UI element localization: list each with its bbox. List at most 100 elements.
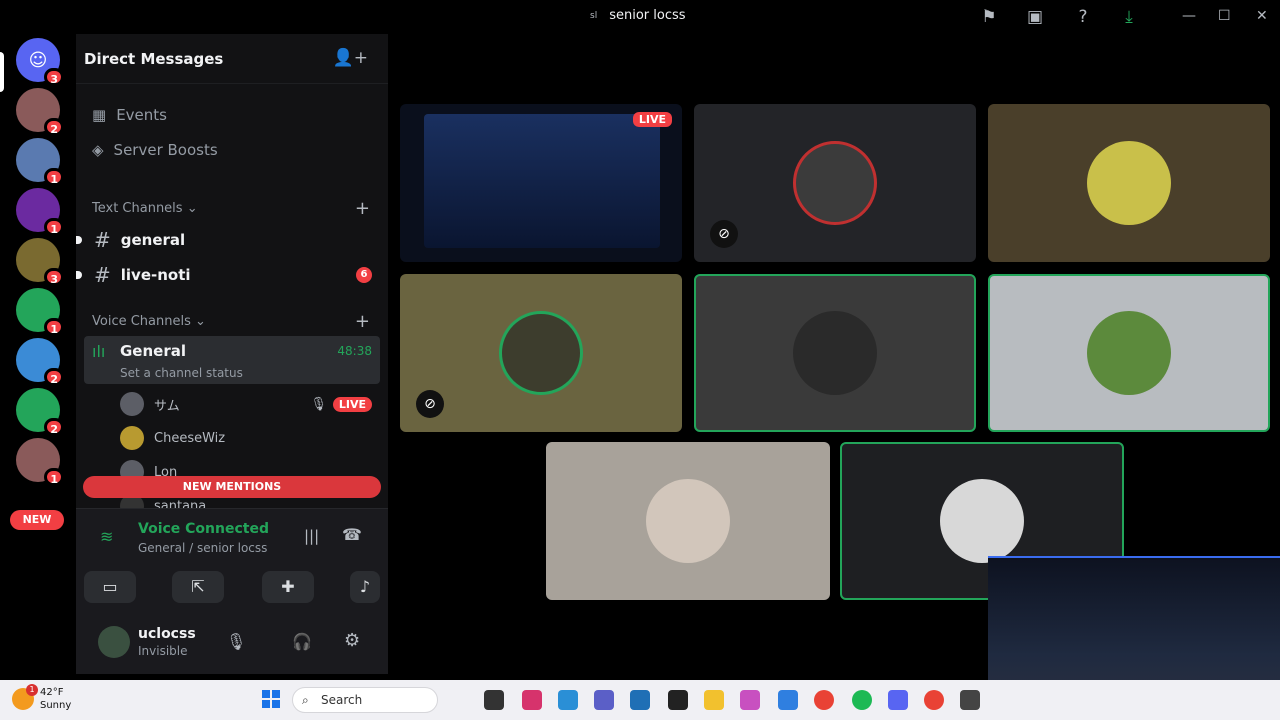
participant-tile[interactable] bbox=[988, 104, 1270, 262]
events-label: Events bbox=[116, 106, 167, 124]
search-icon: ⌕ bbox=[302, 693, 309, 707]
noise-suppression-icon[interactable]: ||| bbox=[304, 527, 319, 545]
server-icon[interactable]: 1 bbox=[16, 188, 64, 236]
server-boosts-item[interactable]: ◈ Server Boosts bbox=[92, 141, 218, 159]
participant-tile[interactable]: ⊘ bbox=[694, 104, 976, 262]
new-unreads-pill[interactable]: NEW bbox=[10, 510, 64, 530]
server-icon[interactable]: 1 bbox=[16, 438, 64, 486]
stream-tile[interactable]: LIVE bbox=[400, 104, 682, 262]
teams-icon[interactable] bbox=[594, 690, 614, 710]
sidebar-title: Direct Messages bbox=[84, 50, 224, 68]
voice-channel-label: General bbox=[120, 342, 186, 360]
selected-indicator bbox=[0, 52, 4, 92]
weather-condition: Sunny bbox=[40, 700, 72, 711]
signal-icon[interactable]: ≋ bbox=[100, 527, 113, 546]
unread-dot bbox=[76, 236, 82, 244]
settings-gear-icon[interactable]: ⚙ bbox=[344, 630, 360, 651]
server-icon[interactable]: 1 bbox=[16, 138, 64, 186]
boost-icon: ◈ bbox=[92, 141, 104, 159]
live-badge: LIVE bbox=[632, 112, 672, 127]
server-badge: 1 bbox=[44, 468, 64, 486]
inbox-icon[interactable]: ▣ bbox=[1024, 6, 1046, 28]
app-icon[interactable] bbox=[960, 690, 980, 710]
voice-channels-category[interactable]: Voice Channels ⌄ bbox=[92, 314, 206, 329]
disconnect-icon[interactable]: ☎ bbox=[342, 525, 362, 544]
server-badge: 2 bbox=[44, 118, 64, 136]
server-icon[interactable]: 3 bbox=[16, 238, 64, 286]
hash-icon: # bbox=[94, 263, 111, 287]
chrome-icon[interactable] bbox=[814, 690, 834, 710]
sun-icon: 1 bbox=[12, 684, 38, 710]
taskbar: 1 42°F Sunny ⌕ Search bbox=[0, 680, 1280, 720]
voice-user[interactable]: CheeseWiz bbox=[120, 426, 225, 450]
avatar bbox=[793, 141, 877, 225]
minimize-button[interactable]: — bbox=[1182, 8, 1196, 24]
voice-connected-label[interactable]: Voice Connected bbox=[138, 521, 269, 537]
new-mentions-bar[interactable]: NEW MENTIONS bbox=[83, 476, 381, 498]
channel-live-noti[interactable]: # live-noti 6 bbox=[76, 259, 380, 291]
live-badge: LIVE bbox=[332, 396, 372, 412]
add-voice-channel-icon[interactable]: + bbox=[355, 311, 370, 332]
edge-icon[interactable] bbox=[558, 690, 578, 710]
maximize-button[interactable]: ☐ bbox=[1218, 8, 1231, 24]
text-channels-category[interactable]: Text Channels ⌄ bbox=[92, 201, 198, 216]
user-avatar[interactable] bbox=[98, 626, 130, 658]
text-category-label: Text Channels bbox=[92, 201, 183, 216]
avatar bbox=[646, 479, 730, 563]
avatar bbox=[1087, 141, 1171, 225]
participant-tile[interactable] bbox=[546, 442, 830, 600]
screenshare-button[interactable]: ⇱ bbox=[172, 571, 224, 603]
windows-start-icon[interactable] bbox=[262, 690, 280, 708]
file-icon[interactable] bbox=[484, 690, 504, 710]
window-title-text: senior locss bbox=[609, 8, 686, 23]
server-icon[interactable]: 2 bbox=[16, 338, 64, 386]
spotify-icon[interactable] bbox=[852, 690, 872, 710]
title-bar: sl senior locss ⚑ ▣ ? ⤓ — ☐ ✕ bbox=[0, 0, 1280, 34]
taskbar-search[interactable]: ⌕ Search bbox=[292, 687, 438, 713]
dm-home-button[interactable]: ☺ 3 bbox=[16, 38, 64, 86]
server-icon[interactable]: 1 bbox=[16, 288, 64, 336]
voice-user-name: CheeseWiz bbox=[154, 430, 226, 446]
flag-icon[interactable]: ⚑ bbox=[978, 6, 1000, 28]
search-label: Search bbox=[321, 693, 363, 707]
app-icon[interactable] bbox=[778, 690, 798, 710]
server-badge: 1 bbox=[44, 218, 64, 236]
channel-status[interactable]: Set a channel status bbox=[120, 366, 243, 380]
help-icon[interactable]: ? bbox=[1072, 6, 1094, 28]
voice-user[interactable]: サム 🎙 LIVE bbox=[120, 392, 372, 416]
activities-button[interactable]: ✚ bbox=[262, 571, 314, 603]
chevron-down-icon: ⌄ bbox=[186, 201, 198, 216]
channel-sidebar: Direct Messages 👤+ ▦ Events ◈ Server Boo… bbox=[76, 34, 388, 674]
participant-tile[interactable] bbox=[694, 274, 976, 432]
invite-icon[interactable]: 👤+ bbox=[333, 48, 368, 68]
camera-button[interactable]: ▭ bbox=[84, 571, 136, 603]
username: uclocss bbox=[138, 626, 196, 642]
server-icon[interactable]: 2 bbox=[16, 88, 64, 136]
headphones-icon[interactable]: 🎧 bbox=[292, 632, 312, 651]
channel-label: live-noti bbox=[120, 266, 191, 284]
voice-channel-general[interactable]: ılı General 48:38 Set a channel status bbox=[84, 336, 380, 384]
download-icon[interactable]: ⤓ bbox=[1118, 6, 1140, 28]
avatar bbox=[940, 479, 1024, 563]
events-item[interactable]: ▦ Events bbox=[92, 106, 167, 124]
call-of-duty-icon[interactable] bbox=[668, 690, 688, 710]
camera-off-icon: ⊘ bbox=[416, 390, 444, 418]
copilot-icon[interactable] bbox=[740, 690, 760, 710]
folder-icon[interactable] bbox=[704, 690, 724, 710]
participant-tile[interactable]: ⊘ bbox=[400, 274, 682, 432]
microphone-icon[interactable]: 🎙 bbox=[226, 632, 246, 651]
channel-general[interactable]: # general bbox=[76, 224, 380, 256]
add-text-channel-icon[interactable]: + bbox=[355, 198, 370, 219]
muted-icon: 🎙 bbox=[310, 396, 327, 412]
participant-tile[interactable] bbox=[988, 274, 1270, 432]
discord-taskbar-icon[interactable] bbox=[888, 690, 908, 710]
instagram-icon[interactable] bbox=[522, 690, 542, 710]
soundboard-button[interactable]: ♪ bbox=[350, 571, 380, 603]
close-button[interactable]: ✕ bbox=[1256, 8, 1268, 24]
server-icon[interactable]: 2 bbox=[16, 388, 64, 436]
store-icon[interactable] bbox=[630, 690, 650, 710]
chrome-profile-icon[interactable] bbox=[924, 690, 944, 710]
server-badge: 2 bbox=[44, 368, 64, 386]
server-badge: 3 bbox=[44, 268, 64, 286]
weather-widget[interactable]: 1 42°F Sunny bbox=[12, 684, 72, 712]
